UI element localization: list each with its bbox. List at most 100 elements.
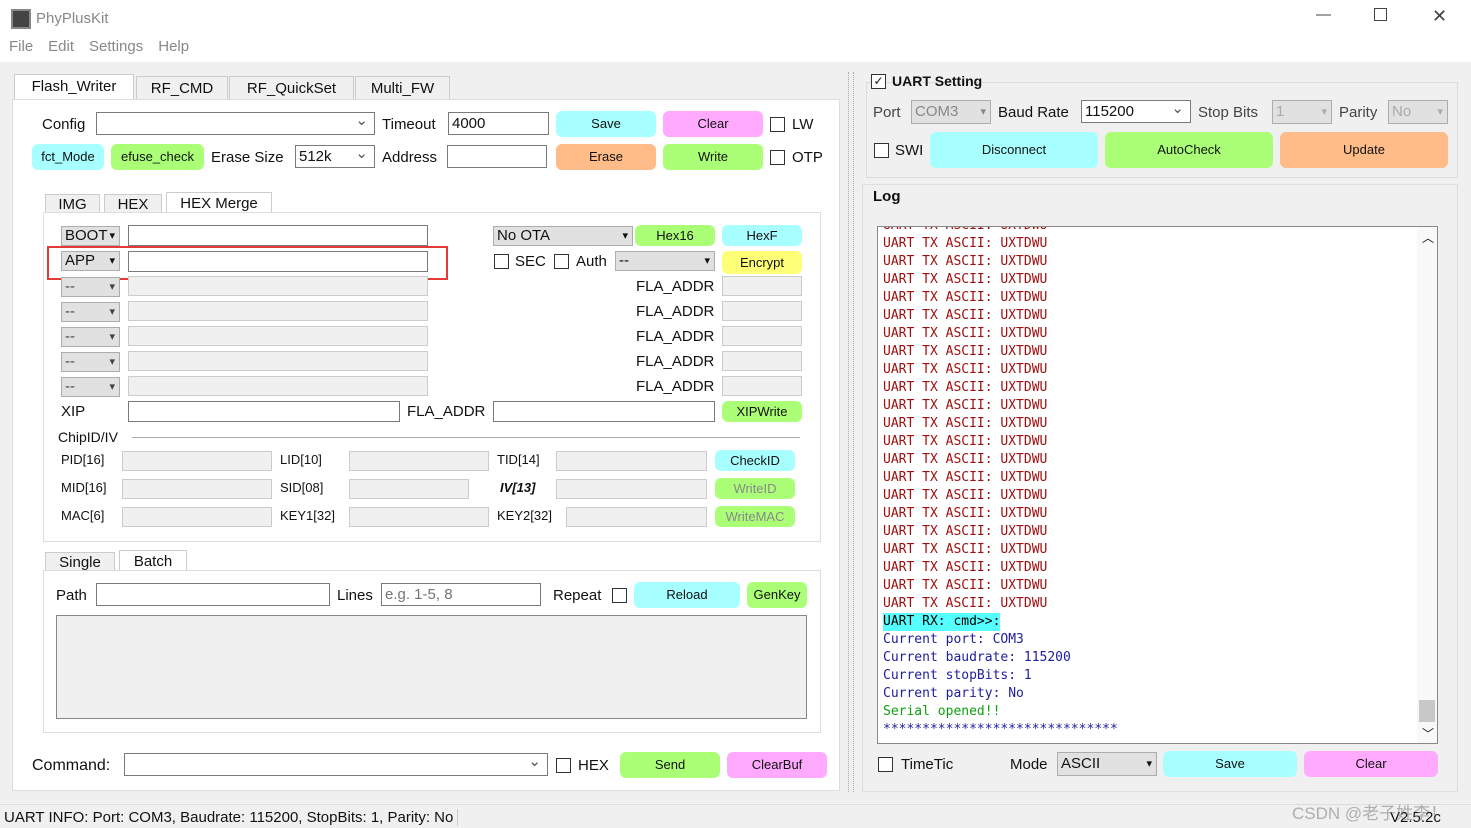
sid-input[interactable] [349, 479, 469, 499]
log-clear-button[interactable]: Clear [1304, 751, 1438, 777]
boot-select[interactable]: BOOT [61, 226, 120, 246]
config-clear-button[interactable]: Clear [663, 111, 763, 137]
uart-setting-checkbox[interactable]: ✓ [871, 74, 886, 89]
slot-path-input[interactable] [128, 326, 428, 346]
disconnect-button[interactable]: Disconnect [930, 132, 1098, 168]
boot-path-input[interactable] [128, 225, 428, 246]
fla-addr-input[interactable] [722, 301, 802, 321]
update-button[interactable]: Update [1280, 132, 1448, 168]
config-select[interactable] [96, 110, 375, 135]
reload-button[interactable]: Reload [634, 582, 740, 608]
fla-addr-input[interactable] [722, 326, 802, 346]
ota-select[interactable]: No OTA [493, 226, 633, 246]
auth-select[interactable]: -- [615, 251, 715, 271]
tid-input[interactable] [556, 451, 707, 471]
sec-checkbox[interactable] [494, 254, 509, 269]
clearbuf-button[interactable]: ClearBuf [727, 752, 827, 778]
menu-help[interactable]: Help [158, 38, 189, 55]
scroll-up-icon[interactable]: ︿ [1422, 229, 1434, 246]
key2-input[interactable] [566, 507, 707, 527]
slot-select[interactable]: -- [61, 377, 120, 397]
port-select[interactable]: COM3 [911, 100, 991, 124]
lines-input[interactable] [381, 583, 541, 606]
tab-batch[interactable]: Batch [119, 550, 187, 572]
address-input[interactable] [447, 145, 547, 168]
tab-rf-cmd[interactable]: RF_CMD [136, 76, 228, 100]
swi-checkbox[interactable] [874, 143, 889, 158]
efuse-check-button[interactable]: efuse_check [111, 144, 204, 170]
genkey-button[interactable]: GenKey [747, 582, 807, 608]
app-path-input[interactable] [128, 251, 428, 272]
repeat-checkbox[interactable] [612, 588, 627, 603]
writemac-button[interactable]: WriteMAC [715, 506, 795, 527]
log-stars-line: ****************************** [883, 722, 1118, 737]
batch-text-area[interactable] [56, 615, 807, 719]
pid-input[interactable] [122, 451, 272, 471]
checkid-button[interactable]: CheckID [715, 450, 795, 471]
slot-path-input[interactable] [128, 276, 428, 296]
autocheck-button[interactable]: AutoCheck [1105, 132, 1273, 168]
mac-input[interactable] [122, 507, 272, 527]
tab-rf-quickset[interactable]: RF_QuickSet [229, 76, 354, 100]
fla-addr-input[interactable] [722, 351, 802, 371]
stop-bits-label: Stop Bits [1198, 104, 1259, 121]
splitter[interactable] [848, 72, 854, 792]
slot-path-input[interactable] [128, 376, 428, 396]
fla-addr-input[interactable] [722, 376, 802, 396]
maximize-button[interactable] [1374, 8, 1387, 21]
erase-button[interactable]: Erase [556, 144, 656, 170]
tab-single[interactable]: Single [45, 552, 115, 572]
mode-select[interactable]: ASCII [1057, 752, 1157, 776]
erase-size-select[interactable]: 512k [295, 143, 375, 168]
xip-fla-addr-input[interactable] [493, 401, 715, 422]
key1-input[interactable] [349, 507, 489, 527]
hexf-button[interactable]: HexF [722, 225, 802, 246]
menu-file[interactable]: File [9, 38, 33, 55]
encrypt-button[interactable]: Encrypt [722, 251, 802, 274]
slot-select[interactable]: -- [61, 352, 120, 372]
scroll-down-icon[interactable]: ﹀ [1422, 725, 1434, 742]
lid-input[interactable] [349, 451, 489, 471]
slot-select[interactable]: -- [61, 277, 120, 297]
auth-checkbox[interactable] [554, 254, 569, 269]
slot-path-input[interactable] [128, 351, 428, 371]
menu-settings[interactable]: Settings [89, 38, 143, 55]
subtab-hex-merge[interactable]: HEX Merge [166, 192, 272, 214]
baud-rate-select[interactable]: 115200 [1081, 98, 1191, 123]
lw-checkbox[interactable] [770, 117, 785, 132]
subtab-img[interactable]: IMG [45, 194, 100, 214]
subtab-hex[interactable]: HEX [104, 194, 162, 214]
log-save-button[interactable]: Save [1163, 751, 1297, 777]
slot-select[interactable]: -- [61, 302, 120, 322]
path-input[interactable] [96, 583, 330, 606]
timetic-checkbox[interactable] [878, 757, 893, 772]
tab-multi-fw[interactable]: Multi_FW [355, 76, 450, 100]
fla-addr-input[interactable] [722, 276, 802, 296]
otp-checkbox[interactable] [770, 150, 785, 165]
app-select[interactable]: APP [61, 251, 120, 271]
slot-path-input[interactable] [128, 301, 428, 321]
hex16-button[interactable]: Hex16 [635, 225, 715, 246]
iv-input[interactable] [556, 479, 707, 499]
writeid-button[interactable]: WriteID [715, 478, 795, 499]
log-area[interactable]: UART TX ASCII: UXTDWU UART TX ASCII: UXTD… [877, 226, 1438, 744]
fct-mode-button[interactable]: fct_Mode [32, 144, 104, 170]
parity-select[interactable]: No [1388, 100, 1448, 124]
menu-edit[interactable]: Edit [48, 38, 74, 55]
log-scrollbar[interactable]: ︿ ﹀ [1417, 227, 1437, 743]
minimize-button[interactable]: — [1316, 6, 1331, 23]
xipwrite-button[interactable]: XIPWrite [722, 401, 802, 422]
scroll-thumb[interactable] [1419, 700, 1435, 722]
mid-input[interactable] [122, 479, 272, 499]
hex-checkbox[interactable] [556, 758, 571, 773]
slot-select[interactable]: -- [61, 327, 120, 347]
stop-bits-select[interactable]: 1 [1272, 100, 1332, 124]
command-input[interactable] [124, 751, 548, 776]
write-button[interactable]: Write [663, 144, 763, 170]
config-save-button[interactable]: Save [556, 111, 656, 137]
close-button[interactable]: ✕ [1432, 6, 1447, 27]
tab-flash-writer[interactable]: Flash_Writer [14, 74, 134, 100]
xip-input[interactable] [128, 401, 400, 422]
send-button[interactable]: Send [620, 752, 720, 778]
timeout-input[interactable]: 4000 [448, 112, 549, 135]
